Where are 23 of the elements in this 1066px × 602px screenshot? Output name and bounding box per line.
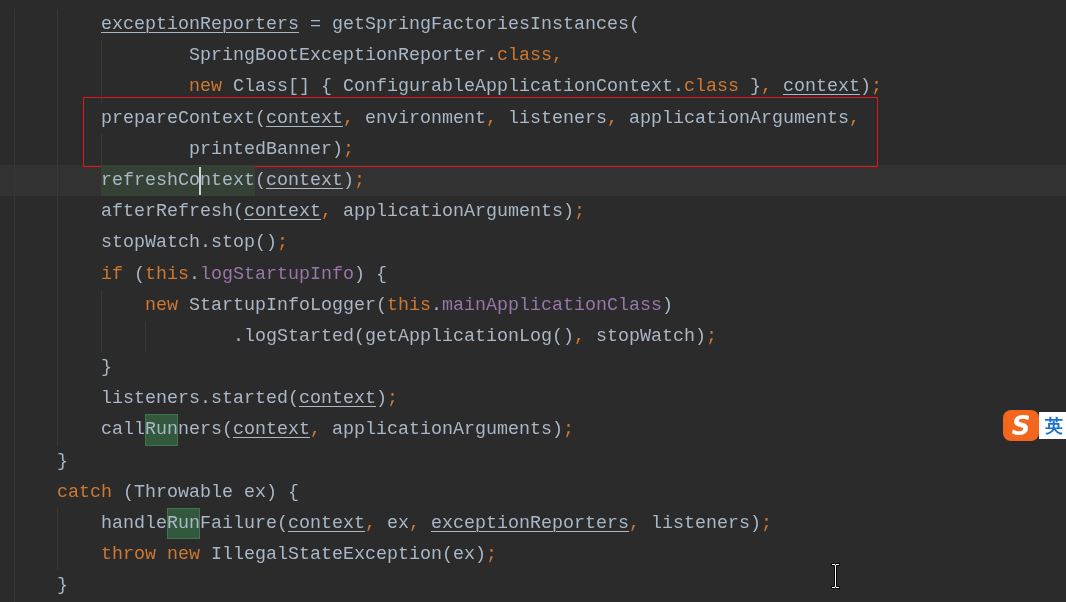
code-line: throw new IllegalStateException(ex); — [101, 543, 497, 568]
code-line: } — [101, 356, 112, 381]
code-line: } — [57, 449, 68, 474]
code-line: afterRefresh(context, applicationArguments); — [101, 200, 585, 225]
code-line: refreshContext(context); — [101, 164, 365, 197]
code-line: prepareContext(context, environment, listeners, applicationArguments, — [101, 106, 860, 131]
code-line: new StartupInfoLogger(this.mainApplicationClass) — [144, 293, 673, 318]
ime-mode-label[interactable]: 英 — [1039, 412, 1066, 439]
code-line: exceptionReporters = getSpringFactoriesInstances( — [101, 13, 640, 37]
code-line: callRunners(context, applicationArguments); — [101, 414, 574, 446]
i-beam-cursor-icon — [831, 563, 840, 589]
ime-logo[interactable]: S — [1003, 410, 1039, 441]
code-line: printedBanner); — [188, 137, 354, 162]
code-line: } — [57, 574, 68, 599]
text-caret-icon — [198, 166, 201, 195]
code-line: listeners.started(context); — [101, 387, 398, 412]
code-line: SpringBootExceptionReporter.class, — [188, 44, 563, 69]
code-line: if (this.logStartupInfo) { — [101, 262, 387, 287]
code-line: new Class[] { ConfigurableApplicationContext.class }, context); — [188, 75, 882, 100]
code-line: handleRunFailure(context, ex, exceptionReporters, listeners); — [101, 508, 772, 540]
code-line: catch (Throwable ex) { — [57, 480, 299, 505]
code-line: stopWatch.stop(); — [101, 231, 288, 256]
code-line: .logStarted(getApplicationLog(), stopWatch); — [232, 324, 717, 349]
